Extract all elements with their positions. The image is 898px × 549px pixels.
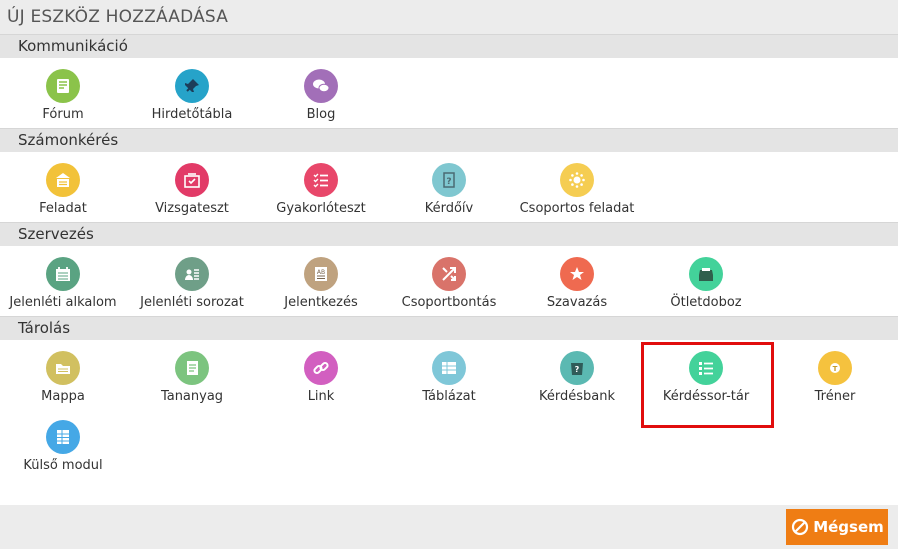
tool-label: Blog [306,107,336,122]
tool-label: Csoportos feladat [519,201,635,216]
section-header-kommunikacio: Kommunikáció [0,34,898,58]
tool-szavazas[interactable]: Szavazás [507,257,647,310]
svg-text:?: ? [575,365,580,374]
tool-vizsgateszt[interactable]: Vizsgateszt [122,163,262,216]
svg-text:T: T [833,365,838,373]
footer-bar [0,505,898,549]
tool-tananyag[interactable]: Tananyag [122,351,262,404]
checklist-icon [304,163,338,197]
tool-label: Tréner [814,389,856,404]
section-header-szamonkeres: Számonkérés [0,128,898,152]
tool-link[interactable]: Link [251,351,391,404]
tool-feladat[interactable]: Feladat [0,163,133,216]
tool-kerdesbank[interactable]: ? Kérdésbank [507,351,647,404]
split-icon [432,257,466,291]
calendar-icon [46,257,80,291]
attendance-list-icon [175,257,209,291]
highlight-box [641,342,774,428]
tool-label: Hirdetőtábla [151,107,233,122]
tool-jelentkezes[interactable]: AB Jelentkezés [251,257,391,310]
cancel-label: Mégsem [813,518,884,536]
tool-otletdoboz[interactable]: Ötletdoboz [636,257,776,310]
tool-label: Táblázat [422,389,476,404]
section-header-tarolas: Tárolás [0,316,898,340]
cancel-icon [792,518,809,536]
tool-label: Gyakorlóteszt [276,201,366,216]
tool-jelenleti-alkalom[interactable]: Jelenléti alkalom [0,257,133,310]
folder-icon [46,351,80,385]
table-icon [432,351,466,385]
tool-label: Feladat [39,201,87,216]
cancel-button[interactable]: Mégsem [786,509,888,545]
tool-jelenleti-sorozat[interactable]: Jelenléti sorozat [122,257,262,310]
tool-label: Fórum [42,107,84,122]
tool-label: Link [307,389,335,404]
tool-kulso-modul[interactable]: Külső modul [0,420,133,473]
assignment-icon [46,163,80,197]
svg-text:?: ? [446,177,451,187]
tool-label: Csoportbontás [401,295,497,310]
tool-label: Jelenléti sorozat [140,295,244,310]
tool-hirdetotabla[interactable]: Hirdetőtábla [122,69,262,122]
registration-icon: AB [304,257,338,291]
tool-label: Kérdésbank [538,389,615,404]
tool-csoportos-feladat[interactable]: Csoportos feladat [507,163,647,216]
forum-icon [46,69,80,103]
tool-label: Jelentkezés [284,295,358,310]
tool-label: Tananyag [160,389,224,404]
group-task-icon [560,163,594,197]
exam-icon [175,163,209,197]
svg-text:AB: AB [317,269,325,276]
vote-star-icon [560,257,594,291]
tool-mappa[interactable]: Mappa [0,351,133,404]
learning-material-icon [175,351,209,385]
questionnaire-icon: ? [432,163,466,197]
tool-label: Jelenléti alkalom [9,295,117,310]
tool-label: Szavazás [546,295,608,310]
idea-box-icon [689,257,723,291]
tool-label: Ötletdoboz [670,295,742,310]
tool-trener[interactable]: T Tréner [765,351,898,404]
tool-gyakorloteszt[interactable]: Gyakorlóteszt [251,163,391,216]
pin-icon [175,69,209,103]
tool-label: Mappa [41,389,85,404]
tool-forum[interactable]: Fórum [0,69,133,122]
tool-label: Vizsgateszt [155,201,229,216]
section-header-szervezes: Szervezés [0,222,898,246]
tool-blog[interactable]: Blog [251,69,391,122]
page-title: ÚJ ESZKÖZ HOZZÁADÁSA [7,7,229,27]
tool-label: Külső modul [23,458,103,473]
chat-bubbles-icon [304,69,338,103]
tool-label: Kérdőív [424,201,474,216]
tool-tablazat[interactable]: Táblázat [379,351,519,404]
external-module-icon [46,420,80,454]
tool-csoportbontas[interactable]: Csoportbontás [379,257,519,310]
tool-kerdoiv[interactable]: ? Kérdőív [379,163,519,216]
trainer-icon: T [818,351,852,385]
question-bank-icon: ? [560,351,594,385]
link-icon [304,351,338,385]
